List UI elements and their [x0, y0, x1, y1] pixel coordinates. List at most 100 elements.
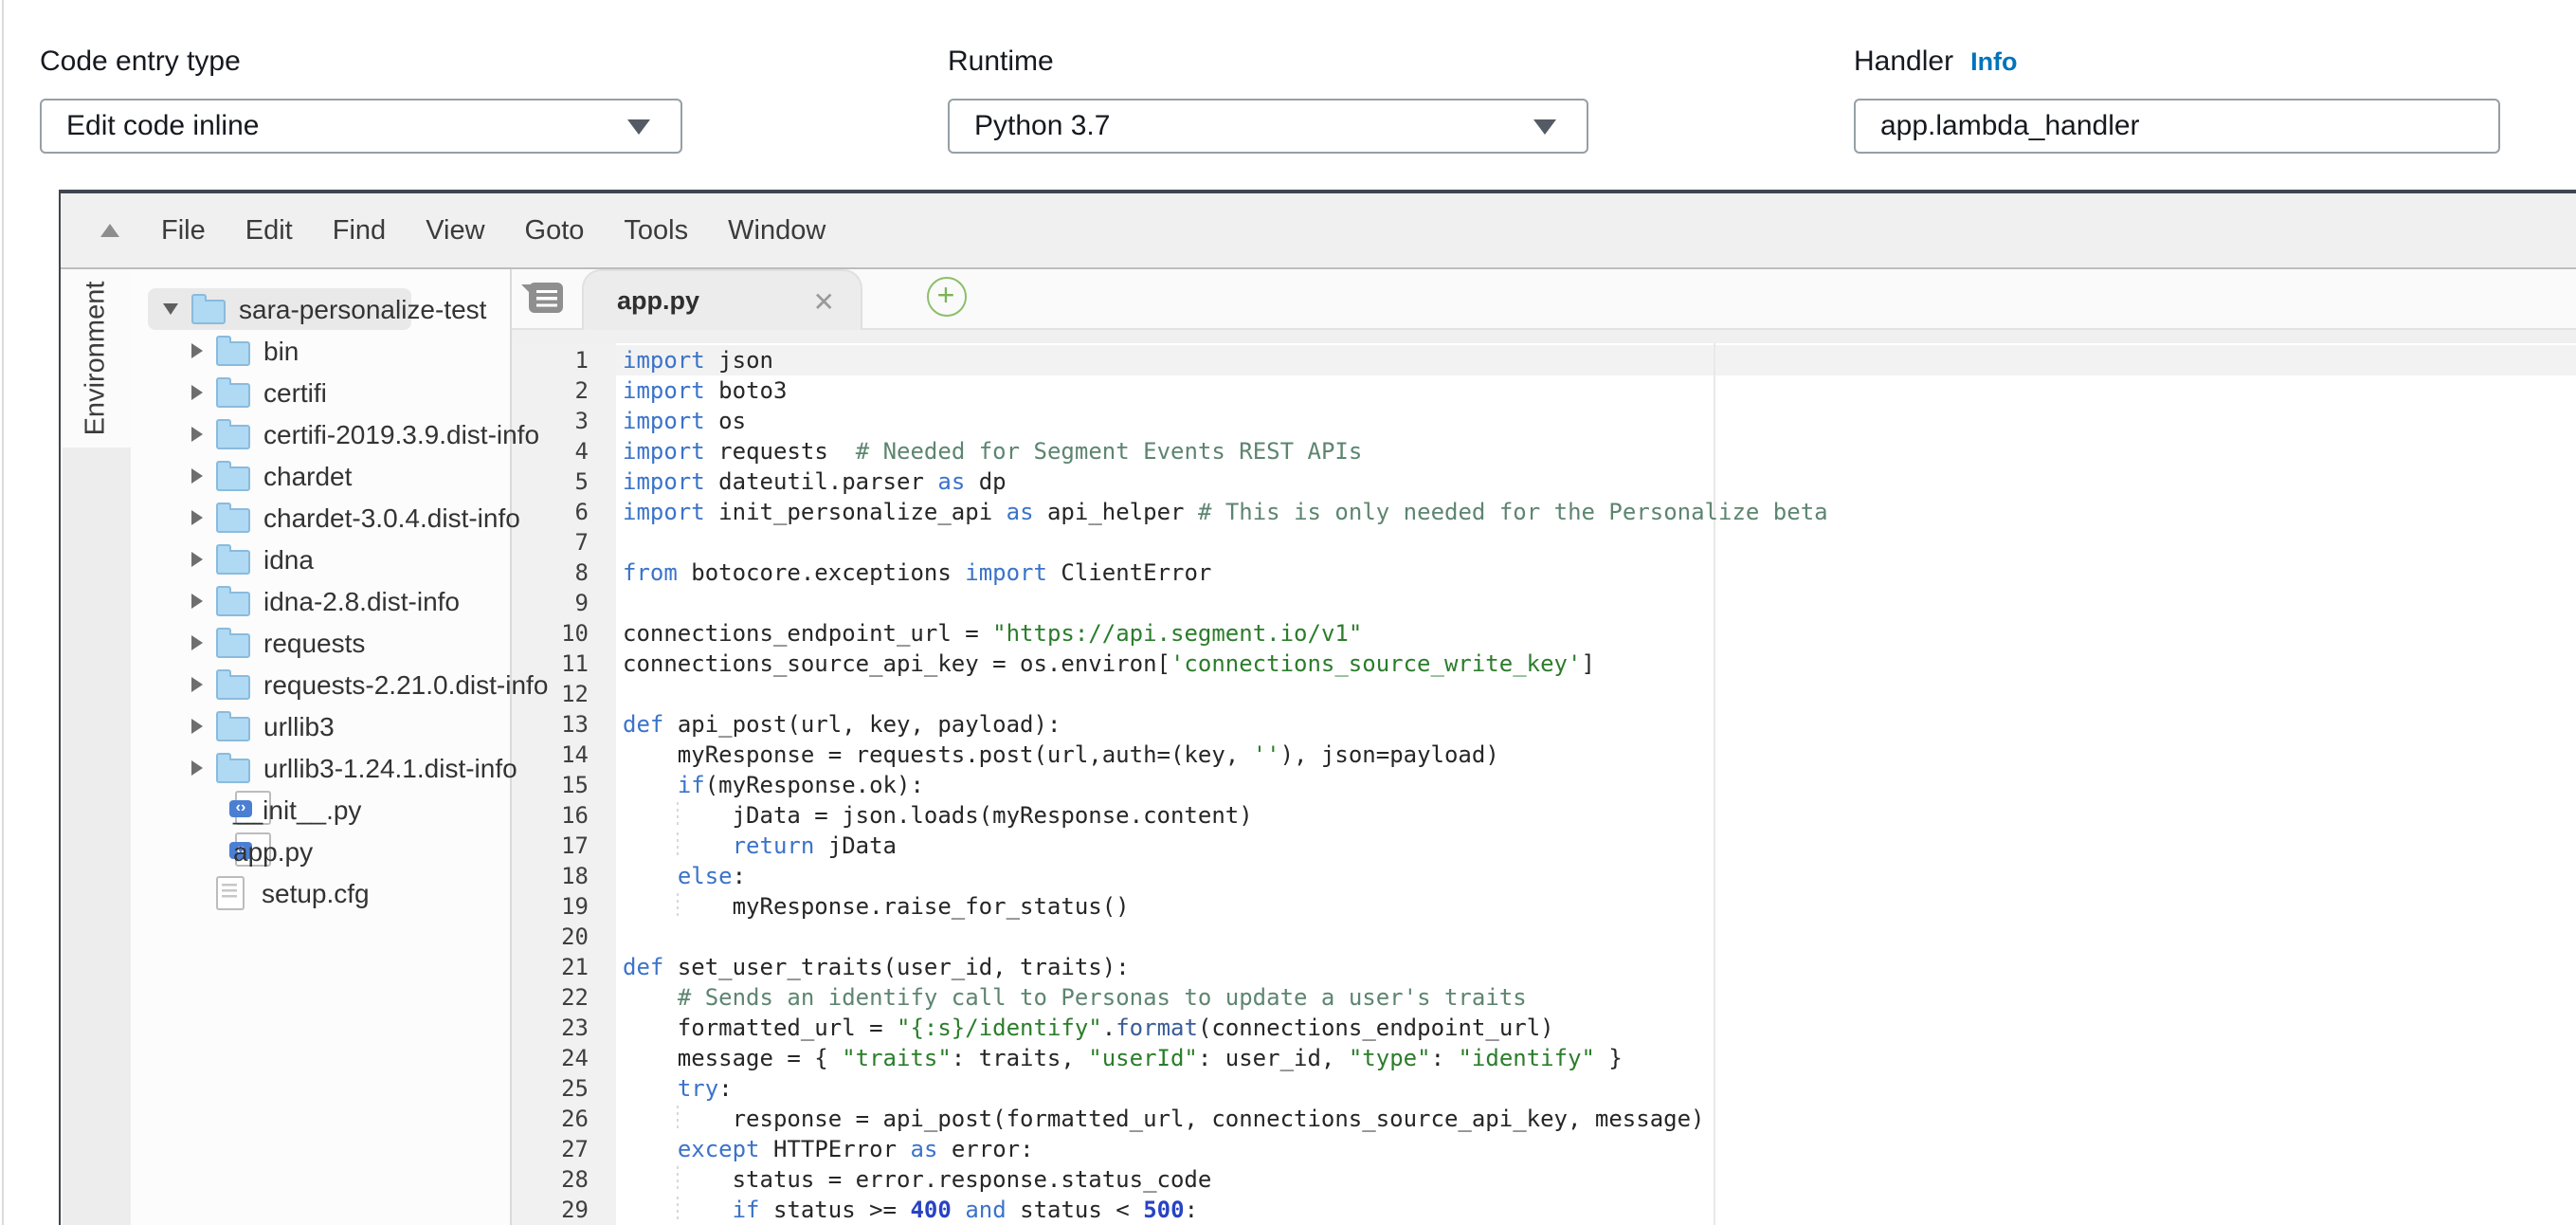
editor-tabstrip: app.py ✕ +	[511, 269, 2576, 330]
handler-input[interactable]: app.lambda_handler	[1854, 99, 2500, 154]
tree-file-__init__.py[interactable]: __init__.py	[131, 789, 509, 831]
code-line-15: if(myResponse.ok):	[623, 770, 2576, 800]
file-tree: sara-personalize-test bincertificertifi-2…	[131, 269, 511, 1225]
collapse-arrow-icon[interactable]	[191, 427, 203, 442]
tree-folder-idna-2.8.dist-info[interactable]: idna-2.8.dist-info	[131, 580, 509, 622]
folder-icon	[216, 591, 250, 615]
tree-file-app.py[interactable]: app.py	[131, 831, 509, 872]
new-tab-button[interactable]: +	[926, 277, 966, 317]
chevron-down-icon	[1533, 119, 1556, 134]
tree-folder-label: chardet-3.0.4.dist-info	[263, 503, 520, 533]
collapse-arrow-icon[interactable]	[191, 719, 203, 734]
ide-menubar: File Edit Find View Goto Tools Window	[61, 193, 2576, 269]
collapse-arrow-icon[interactable]	[191, 677, 203, 692]
line-number: 23	[511, 1013, 589, 1043]
expand-arrow-icon[interactable]	[163, 303, 178, 315]
tree-root-sara-personalize-test[interactable]: sara-personalize-test	[131, 288, 509, 330]
close-icon[interactable]: ✕	[813, 287, 835, 314]
tree-folder-chardet-3.0.4.dist-info[interactable]: chardet-3.0.4.dist-info	[131, 497, 509, 539]
line-number: 17	[511, 831, 589, 861]
folder-icon	[216, 674, 250, 699]
menu-window[interactable]: Window	[728, 215, 825, 246]
tree-folder-urllib3-1.24.1.dist-info[interactable]: urllib3-1.24.1.dist-info	[131, 747, 509, 789]
tree-root-label: sara-personalize-test	[239, 294, 486, 324]
tree-folder-label: certifi-2019.3.9.dist-info	[263, 419, 539, 449]
sidebar-rail: Environment	[61, 269, 131, 1225]
menu-goto[interactable]: Goto	[525, 215, 585, 246]
line-number: 21	[511, 952, 589, 982]
menu-tools[interactable]: Tools	[624, 215, 688, 246]
tree-folder-requests-2.21.0.dist-info[interactable]: requests-2.21.0.dist-info	[131, 664, 509, 705]
tree-folder-urllib3[interactable]: urllib3	[131, 705, 509, 747]
sidebar-rail-background	[63, 448, 131, 1225]
tree-folder-bin[interactable]: bin	[131, 330, 509, 372]
menu-find[interactable]: Find	[333, 215, 386, 246]
menu-edit[interactable]: Edit	[245, 215, 293, 246]
tree-folder-certifi[interactable]: certifi	[131, 372, 509, 413]
collapse-arrow-icon[interactable]	[191, 552, 203, 567]
tree-folder-label: requests-2.21.0.dist-info	[263, 669, 548, 700]
environment-tab-label-wrap[interactable]: Environment	[61, 269, 131, 448]
collapse-arrow-icon[interactable]	[191, 760, 203, 776]
menu-file[interactable]: File	[161, 215, 206, 246]
collapse-arrow-icon[interactable]	[191, 343, 203, 358]
tree-folder-chardet[interactable]: chardet	[131, 455, 509, 497]
code-line-29: if status >= 400 and status < 500:	[623, 1195, 2576, 1225]
line-number: 22	[511, 982, 589, 1013]
collapse-arrow-icon[interactable]	[191, 594, 203, 609]
line-number: 8	[511, 558, 589, 588]
collapse-arrow-icon[interactable]	[191, 385, 203, 400]
line-number: 27	[511, 1134, 589, 1164]
line-number: 26	[511, 1104, 589, 1134]
line-number: 1	[511, 345, 589, 375]
collapse-editor-icon[interactable]	[100, 224, 119, 237]
tree-folder-certifi-2019.3.9.dist-info[interactable]: certifi-2019.3.9.dist-info	[131, 413, 509, 455]
code-line-10: connections_endpoint_url = "https://api.…	[623, 618, 2576, 649]
code-line-23: formatted_url = "{:s}/identify".format(c…	[623, 1013, 2576, 1043]
menu-view[interactable]: View	[426, 215, 484, 246]
tree-folder-idna[interactable]: idna	[131, 539, 509, 580]
code-line-11: connections_source_api_key = os.environ[…	[623, 649, 2576, 679]
handler-label: Handler	[1854, 42, 1953, 83]
editor-top-shadow	[511, 330, 2576, 343]
tree-file-setup.cfg[interactable]: setup.cfg	[131, 872, 509, 914]
indent-guide	[678, 802, 680, 829]
code-entry-type-value: Edit code inline	[66, 110, 259, 142]
tree-file-label: setup.cfg	[262, 878, 370, 908]
line-number: 7	[511, 527, 589, 558]
tree-folder-label: urllib3-1.24.1.dist-info	[263, 753, 517, 783]
handler-info-link[interactable]: Info	[1970, 42, 2018, 83]
folder-icon	[216, 382, 250, 407]
code-scroller[interactable]: 1234567891011121314151617181920212223242…	[511, 343, 2576, 1225]
menu-items: File Edit Find View Goto Tools Window	[161, 215, 825, 246]
code-line-7	[623, 527, 2576, 558]
line-number: 6	[511, 497, 589, 527]
code-entry-type-select[interactable]: Edit code inline	[40, 99, 682, 154]
runtime-select[interactable]: Python 3.7	[948, 99, 1588, 154]
collapse-arrow-icon[interactable]	[191, 468, 203, 484]
line-number: 16	[511, 800, 589, 831]
tree-folder-requests[interactable]: requests	[131, 622, 509, 664]
indent-guide	[678, 1166, 680, 1193]
code-line-16: jData = json.loads(myResponse.content)	[623, 800, 2576, 831]
line-number: 5	[511, 466, 589, 497]
tree-folder-label: requests	[263, 628, 365, 658]
code-content[interactable]: import jsonimport boto3import osimport r…	[615, 345, 2576, 1225]
indent-guide	[678, 1106, 680, 1132]
line-number: 2	[511, 375, 589, 406]
collapse-arrow-icon[interactable]	[191, 635, 203, 650]
code-entry-type-field: Code entry type Edit code inline	[40, 42, 682, 154]
indent-guide	[678, 893, 680, 920]
code-line-17: return jData	[623, 831, 2576, 861]
code-line-14: myResponse = requests.post(url,auth=(key…	[623, 740, 2576, 770]
tree-file-label: __init__.py	[233, 795, 361, 825]
code-line-18: else:	[623, 861, 2576, 891]
tree-folder-label: chardet	[263, 461, 352, 491]
line-number: 19	[511, 891, 589, 922]
line-number: 18	[511, 861, 589, 891]
tab-list-icon[interactable]	[528, 283, 562, 313]
line-number: 29	[511, 1195, 589, 1225]
tab-app-py[interactable]: app.py ✕	[581, 269, 862, 330]
collapse-arrow-icon[interactable]	[191, 510, 203, 525]
line-number: 10	[511, 618, 589, 649]
